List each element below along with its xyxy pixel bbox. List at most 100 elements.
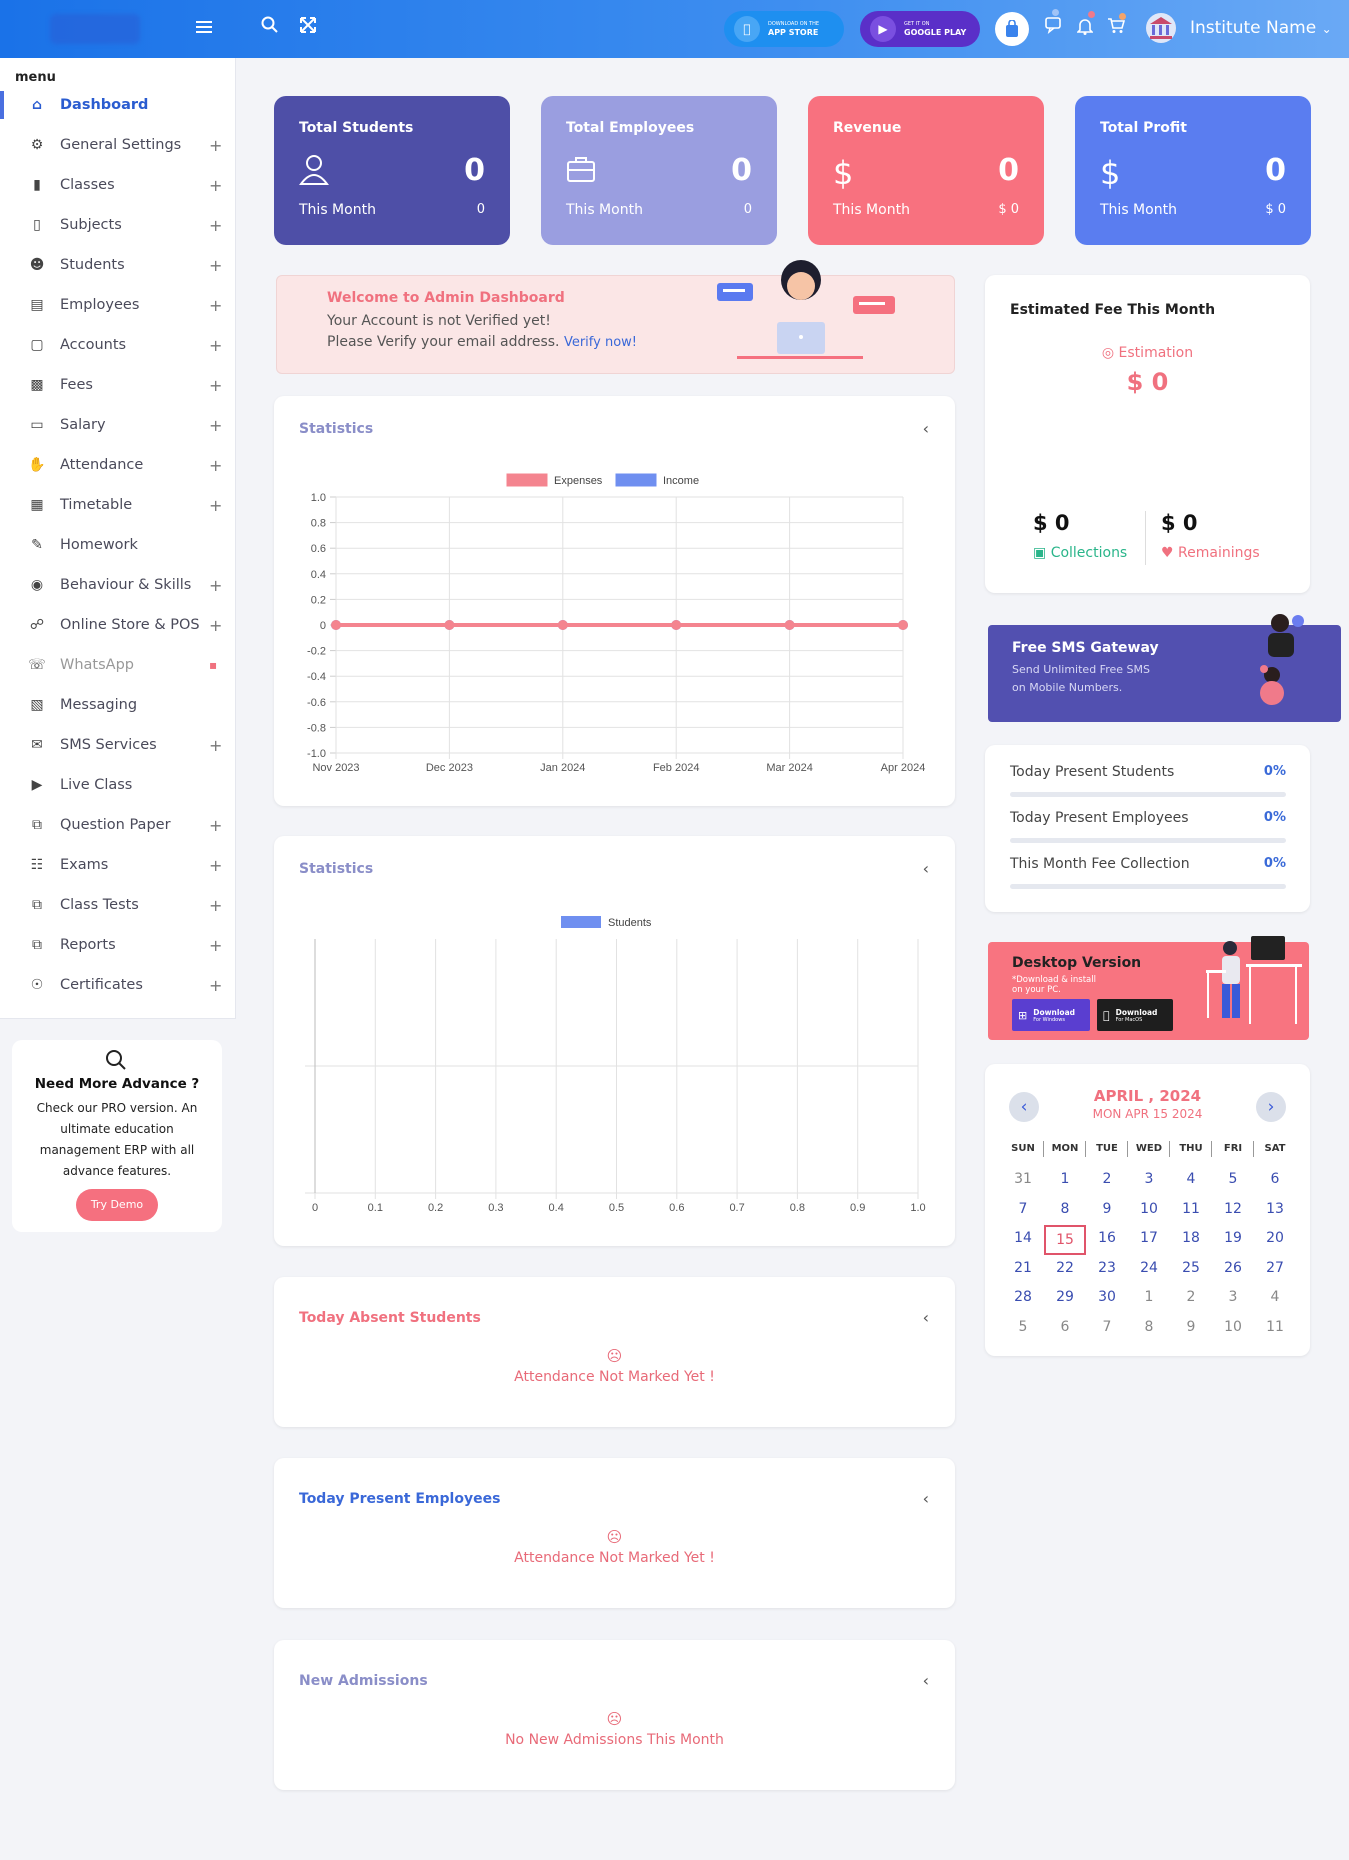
sidebar-item-fees[interactable]: ▩ Fees + — [0, 365, 236, 405]
sidebar-item-certificates[interactable]: ☉ Certificates + — [0, 965, 236, 1005]
expand-plus-icon[interactable]: + — [209, 896, 222, 915]
calendar-day[interactable]: 1 — [1044, 1171, 1086, 1187]
calendar-day[interactable]: 16 — [1086, 1230, 1128, 1246]
sidebar-item-employees[interactable]: ▤ Employees + — [0, 285, 236, 325]
calendar-today[interactable]: 15 — [1044, 1225, 1086, 1255]
sidebar-item-behaviour-skills[interactable]: ◉ Behaviour & Skills + — [0, 565, 236, 605]
sidebar-item-students[interactable]: ☻ Students + — [0, 245, 236, 285]
calendar-day[interactable]: 23 — [1086, 1260, 1128, 1276]
calendar-day[interactable]: 2 — [1086, 1171, 1128, 1187]
expand-plus-icon[interactable]: + — [209, 736, 222, 755]
expand-plus-icon[interactable]: + — [209, 376, 222, 395]
calendar-day[interactable]: 8 — [1044, 1201, 1086, 1217]
try-demo-button[interactable]: Try Demo — [76, 1189, 158, 1221]
calendar-day[interactable]: 28 — [1002, 1289, 1044, 1305]
sidebar-item-reports[interactable]: ⧉ Reports + — [0, 925, 236, 965]
calendar-day[interactable]: 5 — [1002, 1319, 1044, 1335]
shopping-bag-icon[interactable] — [995, 12, 1029, 46]
calendar-day[interactable]: 27 — [1254, 1260, 1296, 1276]
calendar-day[interactable]: 3 — [1212, 1289, 1254, 1305]
expand-plus-icon[interactable]: + — [209, 336, 222, 355]
app-store-button[interactable]:  DOWNLOAD ON THEAPP STORE — [724, 11, 844, 47]
sidebar-item-timetable[interactable]: ▦ Timetable + — [0, 485, 236, 525]
stat-card-total-profit[interactable]: Total Profit $0 This Month $ 0 — [1075, 96, 1311, 245]
hamburger-menu-icon[interactable] — [196, 18, 212, 39]
sidebar-item-general-settings[interactable]: ⚙ General Settings + — [0, 125, 236, 165]
sidebar-item-online-store-pos[interactable]: ☍ Online Store & POS + — [0, 605, 236, 645]
collapse-chevron-icon[interactable]: ‹ — [923, 1489, 929, 1508]
calendar-day[interactable]: 11 — [1254, 1319, 1296, 1335]
calendar-day[interactable]: 5 — [1212, 1171, 1254, 1187]
cart-icon[interactable] — [1107, 17, 1126, 39]
institute-name-dropdown[interactable]: Institute Name ⌄ — [1190, 18, 1332, 38]
bell-icon[interactable] — [1076, 17, 1094, 40]
logo[interactable] — [50, 14, 140, 44]
expand-plus-icon[interactable]: + — [209, 856, 222, 875]
expand-plus-icon[interactable]: + — [209, 576, 222, 595]
calendar-day[interactable]: 14 — [1002, 1230, 1044, 1246]
expand-plus-icon[interactable]: + — [209, 176, 222, 195]
calendar-day[interactable]: 12 — [1212, 1201, 1254, 1217]
stat-card-total-students[interactable]: Total Students 0 This Month 0 — [274, 96, 510, 245]
calendar-day[interactable]: 6 — [1044, 1319, 1086, 1335]
chat-icon[interactable] — [1045, 16, 1063, 39]
calendar-day[interactable]: 7 — [1002, 1201, 1044, 1217]
collapse-chevron-icon[interactable]: ‹ — [923, 1671, 929, 1690]
calendar-day[interactable]: 2 — [1170, 1289, 1212, 1305]
sidebar-item-attendance[interactable]: ✋ Attendance + — [0, 445, 236, 485]
calendar-day[interactable]: 19 — [1212, 1230, 1254, 1246]
sidebar-item-classes[interactable]: ▮ Classes + — [0, 165, 236, 205]
expand-plus-icon[interactable]: + — [209, 816, 222, 835]
calendar-day[interactable]: 10 — [1128, 1201, 1170, 1217]
calendar-day[interactable]: 17 — [1128, 1230, 1170, 1246]
sidebar-item-live-class[interactable]: ▶ Live Class — [0, 765, 236, 805]
verify-now-link[interactable]: Verify now! — [564, 335, 637, 350]
sidebar-item-question-paper[interactable]: ⧉ Question Paper + — [0, 805, 236, 845]
calendar-day[interactable]: 30 — [1086, 1289, 1128, 1305]
expand-plus-icon[interactable]: + — [209, 616, 222, 635]
calendar-day[interactable]: 21 — [1002, 1260, 1044, 1276]
sidebar-item-class-tests[interactable]: ⧉ Class Tests + — [0, 885, 236, 925]
calendar-day[interactable]: 4 — [1170, 1171, 1212, 1187]
calendar-day[interactable]: 7 — [1086, 1319, 1128, 1335]
calendar-day[interactable]: 25 — [1170, 1260, 1212, 1276]
download-macos-button[interactable]:  DownloadFor MacOS — [1097, 999, 1173, 1031]
expand-plus-icon[interactable]: + — [209, 976, 222, 995]
google-play-button[interactable]: ▶ GET IT ON GOOGLE PLAY — [860, 11, 980, 47]
expand-plus-icon[interactable]: + — [209, 496, 222, 515]
expand-plus-icon[interactable]: + — [209, 456, 222, 475]
expand-plus-icon[interactable]: + — [209, 136, 222, 155]
calendar-day[interactable]: 18 — [1170, 1230, 1212, 1246]
calendar-day[interactable]: 26 — [1212, 1260, 1254, 1276]
sidebar-item-accounts[interactable]: ▢ Accounts + — [0, 325, 236, 365]
sidebar-item-homework[interactable]: ✎ Homework — [0, 525, 236, 565]
expand-plus-icon[interactable]: + — [209, 216, 222, 235]
calendar-day[interactable]: 6 — [1254, 1171, 1296, 1187]
sidebar-item-salary[interactable]: ▭ Salary + — [0, 405, 236, 445]
expand-plus-icon[interactable]: + — [209, 256, 222, 275]
download-windows-button[interactable]: ⊞ Download For Windows — [1012, 999, 1090, 1031]
calendar-day[interactable]: 9 — [1086, 1201, 1128, 1217]
calendar-day[interactable]: 24 — [1128, 1260, 1170, 1276]
stat-card-revenue[interactable]: Revenue $0 This Month $ 0 — [808, 96, 1044, 245]
collapse-chevron-icon[interactable]: ‹ — [923, 1308, 929, 1327]
calendar-day[interactable]: 4 — [1254, 1289, 1296, 1305]
calendar-day[interactable]: 1 — [1128, 1289, 1170, 1305]
fullscreen-icon[interactable] — [300, 17, 316, 38]
calendar-day[interactable]: 31 — [1002, 1171, 1044, 1187]
expand-plus-icon[interactable]: + — [209, 936, 222, 955]
sidebar-item-subjects[interactable]: ▯ Subjects + — [0, 205, 236, 245]
calendar-day[interactable]: 11 — [1170, 1201, 1212, 1217]
search-icon[interactable] — [261, 16, 279, 39]
expand-plus-icon[interactable]: + — [209, 296, 222, 315]
calendar-day[interactable]: 13 — [1254, 1201, 1296, 1217]
calendar-day[interactable]: 29 — [1044, 1289, 1086, 1305]
calendar-day[interactable]: 3 — [1128, 1171, 1170, 1187]
calendar-day[interactable]: 9 — [1170, 1319, 1212, 1335]
sidebar-item-exams[interactable]: ☷ Exams + — [0, 845, 236, 885]
stat-card-total-employees[interactable]: Total Employees 0 This Month 0 — [541, 96, 777, 245]
calendar-day[interactable]: 8 — [1128, 1319, 1170, 1335]
calendar-day[interactable]: 20 — [1254, 1230, 1296, 1246]
calendar-day[interactable]: 22 — [1044, 1260, 1086, 1276]
calendar-day[interactable]: 10 — [1212, 1319, 1254, 1335]
